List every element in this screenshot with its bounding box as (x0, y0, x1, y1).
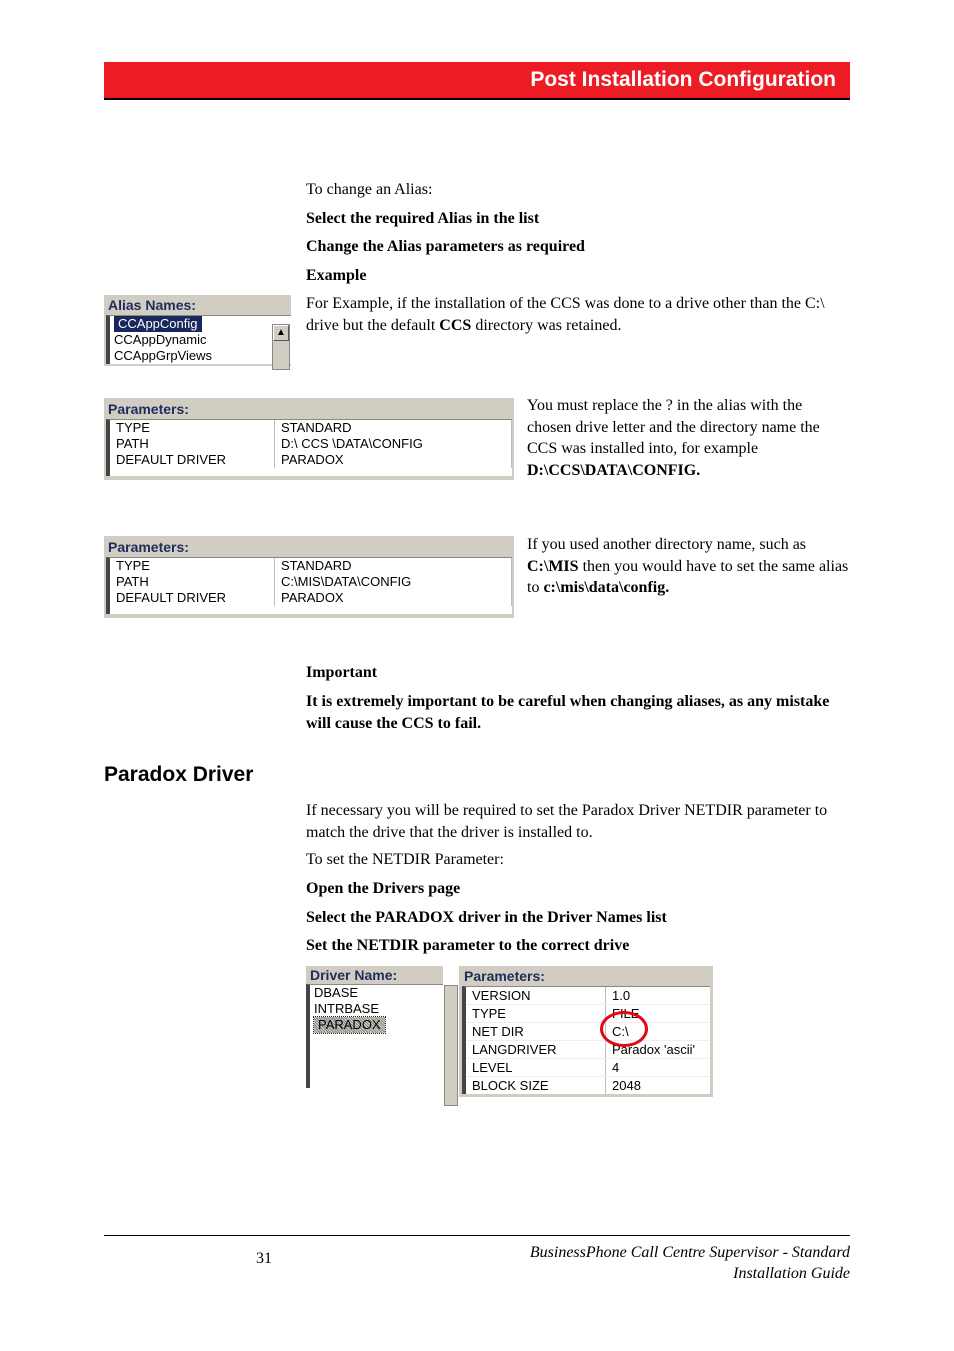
param2-key-1: PATH (110, 574, 275, 590)
footer-line1: BusinessPhone Call Centre Supervisor - S… (530, 1244, 850, 1261)
driver-step-3: Set the NETDIR parameter to the correct … (306, 935, 850, 957)
driver-intro-p2: To set the NETDIR Parameter: (306, 849, 850, 871)
side-text-2: If you used another directory name, such… (527, 534, 850, 599)
important-label: Important (306, 662, 850, 684)
header-rule (104, 98, 850, 100)
drvp-key-0: VERSION (466, 987, 606, 1004)
parameters-widget-1: Parameters: TYPESTANDARD PATHD:\ CCS \DA… (104, 398, 514, 480)
drvp-val-1: FILE (606, 1005, 710, 1022)
text-to-change: To change an Alias: (306, 179, 850, 201)
side1-b: D:\CCS\DATA\CONFIG. (527, 462, 700, 479)
driver-step-2: Select the PARADOX driver in the Driver … (306, 907, 850, 929)
driver-name-scrollbar[interactable] (444, 985, 458, 1106)
alias-item-2[interactable]: CCAppGrpViews (110, 348, 291, 364)
example-text: For Example, if the installation of the … (306, 293, 850, 336)
driver-item-2-label: PARADOX (314, 1017, 385, 1033)
alias-names-list[interactable]: CCAppConfig CCAppDynamic CCAppGrpViews (106, 315, 291, 364)
example-text-part2: directory was retained. (471, 317, 621, 334)
param1-key-0: TYPE (110, 420, 275, 436)
driver-step-1: Open the Drivers page (306, 878, 850, 900)
header-title: Post Installation Configuration (530, 68, 836, 92)
driver-item-2[interactable]: PARADOX (310, 1017, 443, 1033)
section-paradox-driver: Paradox Driver (104, 763, 253, 787)
footer-line2: Installation Guide (733, 1265, 850, 1282)
example-label: Example (306, 265, 850, 287)
drvp-val-3: Paradox 'ascii' (606, 1041, 710, 1058)
drvp-row-2[interactable]: NET DIRC:\ (466, 1022, 710, 1040)
driver-name-list[interactable]: DBASE INTRBASE PARADOX (306, 984, 443, 1088)
parameters-table-2: TYPESTANDARD PATHC:\MIS\DATA\CONFIG DEFA… (106, 557, 512, 614)
side2-b: C:\MIS (527, 558, 579, 575)
footer-right: BusinessPhone Call Centre Supervisor - S… (450, 1243, 850, 1285)
drvp-val-4: 4 (606, 1059, 710, 1076)
side-text-1: You must replace the ? in the alias with… (527, 395, 850, 481)
alias-item-0[interactable]: CCAppConfig (110, 316, 291, 332)
important-text: It is extremely important to be careful … (306, 691, 850, 734)
param1-row-spacer (110, 468, 512, 476)
drvp-val-5: 2048 (606, 1077, 710, 1094)
param2-key-0: TYPE (110, 558, 275, 574)
driver-name-widget: Driver Name: DBASE INTRBASE PARADOX (306, 966, 443, 1088)
param1-val-2: PARADOX (275, 452, 512, 468)
param2-row-spacer (110, 606, 512, 614)
drvp-val-2: C:\ (606, 1023, 710, 1040)
param1-val-0: STANDARD (275, 420, 512, 436)
drvp-key-2: NET DIR (466, 1023, 606, 1040)
param2-val-1: C:\MIS\DATA\CONFIG (275, 574, 512, 590)
param1-row-1[interactable]: PATHD:\ CCS \DATA\CONFIG (110, 436, 512, 452)
driver-item-1[interactable]: INTRBASE (310, 1001, 443, 1017)
param2-val-0: STANDARD (275, 558, 512, 574)
drvp-key-5: BLOCK SIZE (466, 1077, 606, 1094)
drvp-row-1[interactable]: TYPEFILE (466, 1004, 710, 1022)
drvp-row-5[interactable]: BLOCK SIZE2048 (466, 1076, 710, 1094)
drvp-row-3[interactable]: LANGDRIVERParadox 'ascii' (466, 1040, 710, 1058)
driver-name-title: Driver Name: (306, 966, 443, 984)
parameters-table-1: TYPESTANDARD PATHD:\ CCS \DATA\CONFIG DE… (106, 419, 512, 476)
drvp-key-4: LEVEL (466, 1059, 606, 1076)
side1-a: You must replace the ? in the alias with… (527, 397, 820, 457)
driver-intro-p1: If necessary you will be required to set… (306, 800, 850, 843)
drvp-val-0: 1.0 (606, 987, 710, 1004)
param2-row-1[interactable]: PATHC:\MIS\DATA\CONFIG (110, 574, 512, 590)
param1-row-2[interactable]: DEFAULT DRIVERPARADOX (110, 452, 512, 468)
param2-val-2: PARADOX (275, 590, 512, 606)
alias-names-widget: Alias Names: CCAppConfig CCAppDynamic CC… (104, 295, 291, 366)
parameters-title-1: Parameters: (106, 400, 512, 419)
parameters-widget-2: Parameters: TYPESTANDARD PATHC:\MIS\DATA… (104, 536, 514, 618)
driver-item-0[interactable]: DBASE (310, 985, 443, 1001)
alias-scrollbar[interactable]: ▲ (272, 324, 290, 370)
step-select-alias: Select the required Alias in the list (306, 208, 850, 230)
drvp-row-0[interactable]: VERSION1.0 (466, 987, 710, 1004)
driver-parameters-widget: Parameters: VERSION1.0 TYPEFILE NET DIRC… (459, 966, 713, 1097)
param2-row-0[interactable]: TYPESTANDARD (110, 558, 512, 574)
parameters-title-2: Parameters: (106, 538, 512, 557)
page-header: Post Installation Configuration (104, 62, 850, 98)
drvp-row-4[interactable]: LEVEL4 (466, 1058, 710, 1076)
side2-d: c:\mis\data\config. (543, 579, 669, 596)
alias-item-0-label: CCAppConfig (114, 316, 202, 332)
param1-key-1: PATH (110, 436, 275, 452)
drvp-key-1: TYPE (466, 1005, 606, 1022)
side2-a: If you used another directory name, such… (527, 536, 806, 553)
driver-parameters-table: VERSION1.0 TYPEFILE NET DIRC:\ LANGDRIVE… (462, 986, 710, 1094)
footer-rule (104, 1235, 850, 1236)
param1-row-0[interactable]: TYPESTANDARD (110, 420, 512, 436)
drvp-key-3: LANGDRIVER (466, 1041, 606, 1058)
param2-row-2[interactable]: DEFAULT DRIVERPARADOX (110, 590, 512, 606)
param1-key-2: DEFAULT DRIVER (110, 452, 275, 468)
alias-names-title: Alias Names: (104, 295, 291, 315)
alias-item-1[interactable]: CCAppDynamic (110, 332, 291, 348)
step-change-params: Change the Alias parameters as required (306, 236, 850, 258)
footer-page-number: 31 (104, 1250, 424, 1268)
param1-val-1: D:\ CCS \DATA\CONFIG (275, 436, 512, 452)
driver-parameters-title: Parameters: (462, 967, 710, 986)
param2-key-2: DEFAULT DRIVER (110, 590, 275, 606)
scroll-up-icon[interactable]: ▲ (273, 325, 289, 341)
example-text-bold: CCS (439, 317, 471, 334)
